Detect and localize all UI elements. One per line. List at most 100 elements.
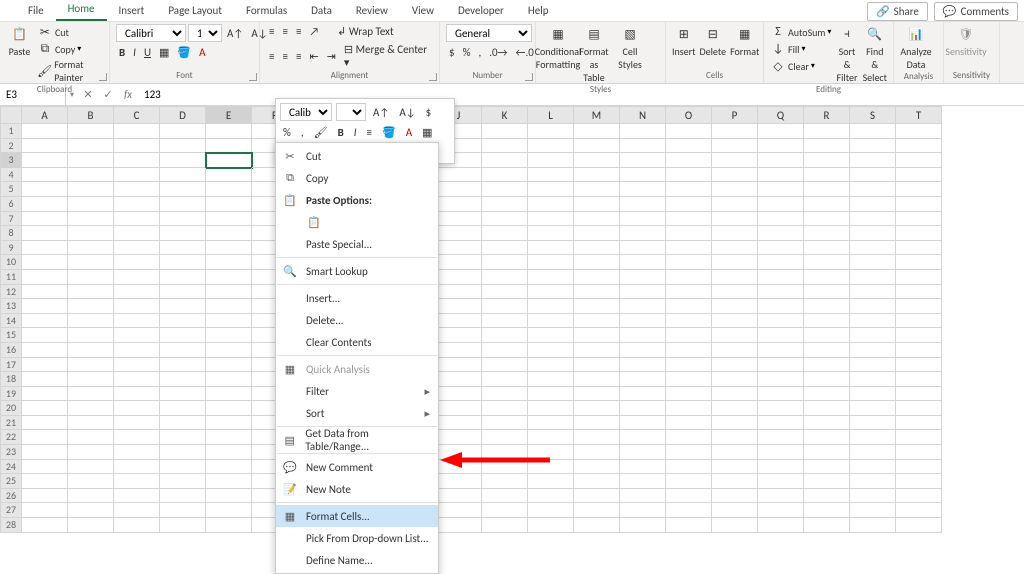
cell[interactable]	[574, 430, 620, 445]
cell[interactable]	[528, 343, 574, 358]
cell[interactable]	[114, 430, 160, 445]
cell[interactable]	[436, 416, 482, 431]
row-header[interactable]: 10	[0, 255, 22, 270]
row-header[interactable]: 6	[0, 197, 22, 212]
col-header[interactable]: R	[804, 106, 850, 124]
cell[interactable]	[758, 153, 804, 168]
cell[interactable]	[850, 430, 896, 445]
align-right-button[interactable]: ≡	[293, 49, 304, 64]
cell[interactable]	[22, 255, 68, 270]
cell[interactable]	[896, 241, 942, 256]
cell[interactable]	[712, 226, 758, 241]
cell[interactable]	[22, 285, 68, 300]
cell[interactable]	[22, 212, 68, 227]
cell[interactable]	[666, 139, 712, 154]
cell[interactable]	[804, 212, 850, 227]
cell[interactable]	[436, 474, 482, 489]
cell[interactable]	[482, 241, 528, 256]
cell[interactable]	[850, 299, 896, 314]
tab-formulas[interactable]: Formulas	[234, 0, 299, 21]
cell[interactable]	[528, 401, 574, 416]
cell[interactable]	[758, 503, 804, 518]
cell[interactable]	[160, 387, 206, 402]
cell[interactable]	[436, 299, 482, 314]
cell[interactable]	[620, 343, 666, 358]
cell[interactable]	[574, 197, 620, 212]
row-header[interactable]: 5	[0, 182, 22, 197]
cell[interactable]	[114, 474, 160, 489]
cell[interactable]	[850, 197, 896, 212]
menu-define-name[interactable]: Define Name...	[276, 549, 438, 571]
cell[interactable]	[68, 401, 114, 416]
cell[interactable]	[574, 153, 620, 168]
cell[interactable]	[804, 474, 850, 489]
cell[interactable]	[804, 343, 850, 358]
cell[interactable]	[712, 328, 758, 343]
cell[interactable]	[68, 343, 114, 358]
cell[interactable]	[712, 372, 758, 387]
cell[interactable]	[206, 182, 252, 197]
cell[interactable]	[528, 358, 574, 373]
currency-button[interactable]: $	[446, 45, 458, 60]
cell[interactable]	[804, 401, 850, 416]
cell[interactable]	[114, 489, 160, 504]
col-header[interactable]: B	[68, 106, 114, 124]
cell[interactable]	[666, 197, 712, 212]
cell[interactable]	[114, 139, 160, 154]
row-header[interactable]: 23	[0, 445, 22, 460]
cell[interactable]	[528, 241, 574, 256]
cell[interactable]	[574, 212, 620, 227]
tab-help[interactable]: Help	[516, 0, 561, 21]
cell[interactable]	[114, 270, 160, 285]
border-button[interactable]: ▦	[419, 125, 435, 140]
fill-color-button[interactable]: 🪣	[379, 125, 399, 140]
increase-decimal-button[interactable]: .0→	[486, 45, 510, 60]
cell[interactable]	[574, 445, 620, 460]
cell[interactable]	[22, 372, 68, 387]
row-header[interactable]: 26	[0, 489, 22, 504]
cell[interactable]	[712, 430, 758, 445]
cell[interactable]	[896, 153, 942, 168]
cell[interactable]	[206, 153, 252, 168]
cell[interactable]	[68, 518, 114, 533]
cell[interactable]	[712, 299, 758, 314]
cell[interactable]	[482, 212, 528, 227]
clear-button[interactable]: ◇Clear ▾	[770, 58, 831, 74]
cell[interactable]	[114, 299, 160, 314]
percent-button[interactable]: %	[460, 45, 474, 60]
cell[interactable]	[22, 182, 68, 197]
menu-cut[interactable]: ✂Cut	[276, 145, 438, 167]
cell[interactable]	[436, 387, 482, 402]
cell[interactable]	[68, 489, 114, 504]
conditional-formatting-button[interactable]: ▦Conditional Formatting	[542, 24, 574, 71]
cell[interactable]	[574, 416, 620, 431]
cell[interactable]	[160, 343, 206, 358]
cell[interactable]	[22, 387, 68, 402]
menu-filter[interactable]: Filter▸	[276, 380, 438, 402]
cell[interactable]	[114, 226, 160, 241]
cell[interactable]	[160, 358, 206, 373]
cell[interactable]	[620, 197, 666, 212]
cell[interactable]	[160, 503, 206, 518]
col-header[interactable]: N	[620, 106, 666, 124]
cell[interactable]	[574, 401, 620, 416]
cell[interactable]	[114, 503, 160, 518]
cell[interactable]	[620, 372, 666, 387]
cell[interactable]	[206, 314, 252, 329]
cell[interactable]	[574, 387, 620, 402]
cell[interactable]	[206, 474, 252, 489]
row-header[interactable]: 28	[0, 518, 22, 533]
cell[interactable]	[850, 328, 896, 343]
cell[interactable]	[114, 285, 160, 300]
cell[interactable]	[160, 416, 206, 431]
cell[interactable]	[850, 343, 896, 358]
cell[interactable]	[482, 124, 528, 139]
cell[interactable]	[528, 518, 574, 533]
cell[interactable]	[620, 285, 666, 300]
font-name-select[interactable]: Calibri	[280, 103, 332, 121]
cell[interactable]	[804, 168, 850, 183]
cell[interactable]	[22, 503, 68, 518]
align-middle-button[interactable]: ≡	[279, 24, 290, 39]
cell[interactable]	[482, 168, 528, 183]
cell[interactable]	[68, 285, 114, 300]
